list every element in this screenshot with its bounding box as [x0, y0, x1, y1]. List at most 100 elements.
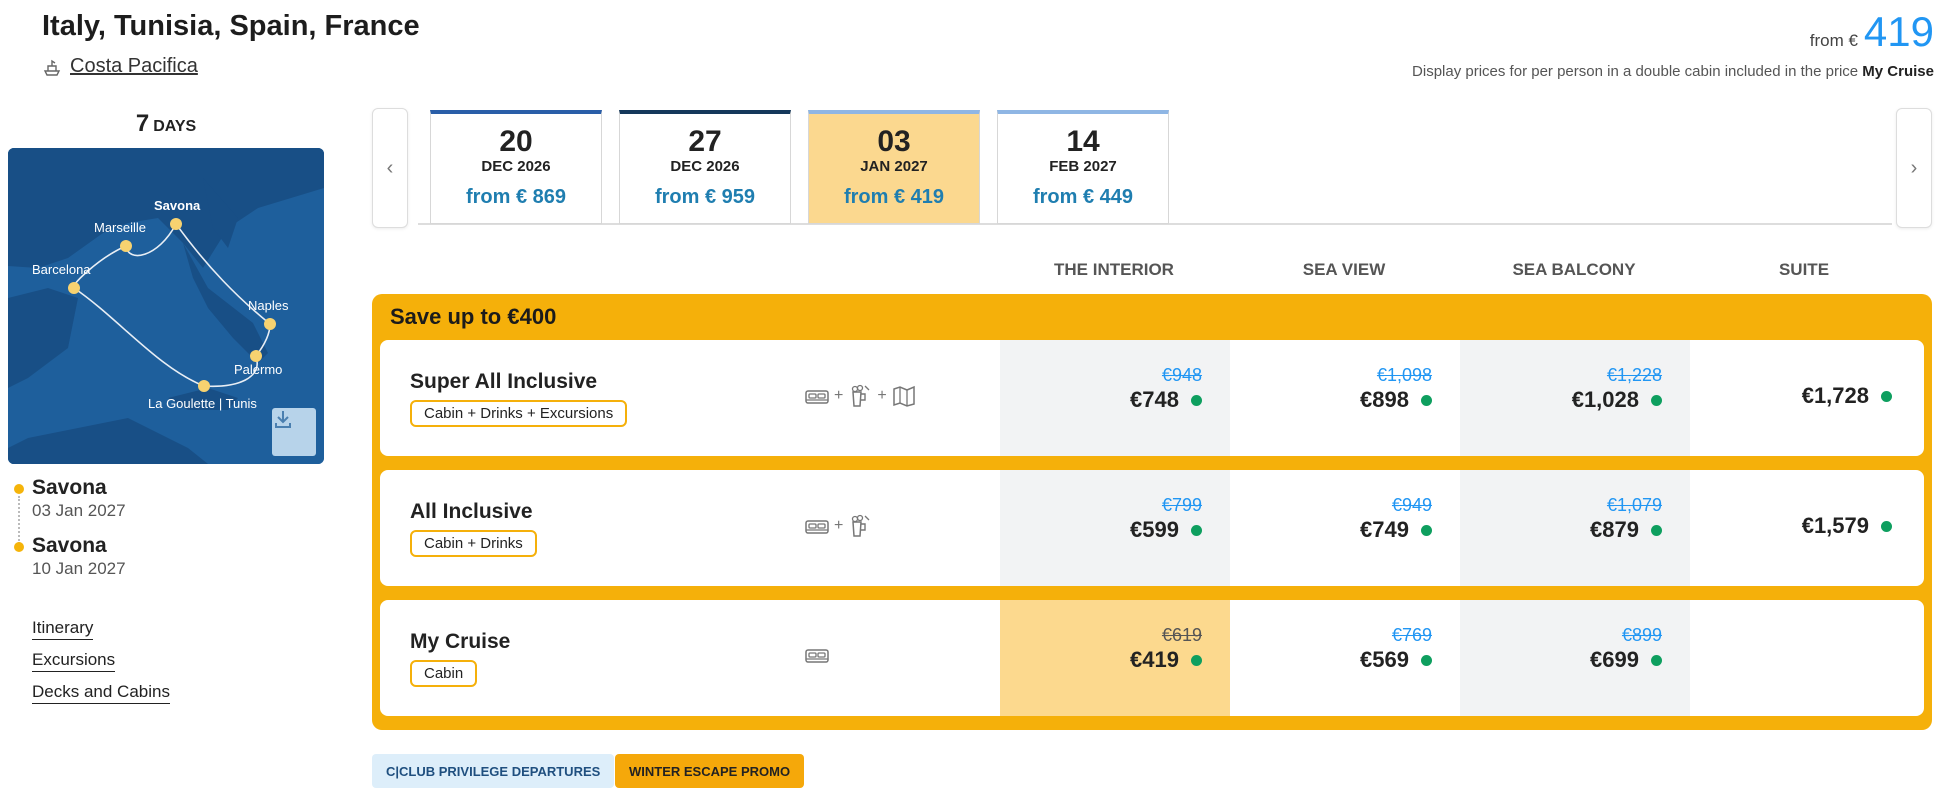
itinerary-map[interactable]: Savona Marseille Barcelona Naples Palerm… [8, 148, 324, 464]
prev-dates-button[interactable]: ‹ [372, 108, 408, 228]
available-dot-icon [1421, 394, 1432, 406]
column-header-interior: THE INTERIOR [1054, 260, 1174, 279]
package-row-my-cruise: €619 €419 €769 €569 €899 €699 My Cruise Cab… [380, 600, 1924, 716]
old-price: €899 [1621, 625, 1662, 645]
available-dot-icon [1191, 654, 1202, 666]
price-cell-sea-balcony[interactable]: €1,079 €879 [1460, 470, 1690, 586]
ship-link[interactable]: Costa Pacifica [42, 55, 198, 78]
package-badge: Cabin + Drinks [410, 530, 537, 557]
ship-name[interactable]: Costa Pacifica [70, 55, 198, 78]
price-cell-interior[interactable]: €799 €599 [1000, 470, 1230, 586]
date-tab[interactable]: 27 DEC 2026 from € 959 [619, 110, 791, 224]
duration-number: 7 [135, 110, 150, 137]
download-icon [275, 411, 291, 428]
price-cell-sea-balcony[interactable]: €899 €699 [1460, 600, 1690, 716]
package-name: My Cruise [410, 630, 511, 653]
date-tab[interactable]: 14 FEB 2027 from € 449 [997, 110, 1169, 224]
price-cell-suite[interactable]: €1,728 [1690, 340, 1920, 456]
price-cell-sea-view[interactable]: €1,098 €898 [1230, 340, 1460, 456]
package-badge: Cabin + Drinks + Excursions [410, 400, 628, 427]
package-row-super-all-inclusive: €948 €748 €1,098 €898 €1,228 €1,028 €1,728 … [380, 340, 1924, 456]
old-price: €769 [1391, 625, 1432, 645]
map-label-savona: Savona [154, 198, 201, 213]
current-price: €879 [1590, 516, 1662, 544]
current-price: €569 [1360, 646, 1432, 674]
available-dot-icon [1421, 654, 1432, 666]
link-decks-cabins[interactable]: Decks and Cabins [32, 682, 170, 704]
info-links: Itinerary Excursions Decks and Cabins [32, 618, 170, 714]
page-title: Italy, Tunisia, Spain, France [42, 10, 420, 42]
price-cell-sea-balcony[interactable]: €1,228 €1,028 [1460, 340, 1690, 456]
package-name: All Inclusive [410, 500, 533, 523]
chevron-left-icon: ‹ [386, 156, 394, 179]
promo-tag-winter-escape[interactable]: WINTER ESCAPE PROMO [615, 754, 805, 788]
promo-tag-cclub[interactable]: C|CLUB PRIVILEGE DEPARTURES [372, 754, 615, 788]
date-tab-day: 03 [877, 125, 911, 158]
date-tab-price: from € 959 [654, 186, 756, 208]
chevron-right-icon: › [1910, 156, 1918, 179]
map-label-marseille: Marseille [94, 220, 146, 235]
price-cell-interior-selected[interactable]: €619 €419 [1000, 600, 1230, 716]
bed-icon [805, 520, 829, 534]
duration-unit: DAYS [153, 118, 197, 135]
date-tab-month: FEB 2027 [1049, 158, 1117, 175]
current-price: €748 [1130, 386, 1202, 414]
bed-icon [805, 649, 829, 663]
date-tab-price: from € 449 [1032, 186, 1134, 208]
date-tab-month: DEC 2026 [481, 158, 551, 175]
port-dot [14, 484, 24, 494]
drinks-icon [852, 384, 870, 407]
available-dot-icon [1191, 394, 1202, 406]
current-price: €1,728 [1802, 382, 1892, 410]
port-name: Savona [32, 534, 107, 557]
available-dot-icon [1191, 524, 1202, 536]
date-tab-selected[interactable]: 03 JAN 2027 from € 419 [808, 110, 980, 224]
price-cell-interior[interactable]: €948 €748 [1000, 340, 1230, 456]
old-price: €949 [1391, 495, 1432, 515]
from-price-value: 419 [1863, 8, 1934, 55]
column-header-sea-view: SEA VIEW [1302, 260, 1386, 279]
current-price: €419 [1130, 646, 1202, 674]
date-tab-day: 27 [688, 125, 722, 158]
available-dot-icon [1651, 524, 1662, 536]
package-row-all-inclusive: €799 €599 €949 €749 €1,079 €879 €1,579 All … [380, 470, 1924, 586]
current-price: €599 [1130, 516, 1202, 544]
column-header-suite: SUITE [1778, 260, 1830, 279]
from-label: from € [1809, 31, 1858, 50]
port-date: 10 Jan 2027 [32, 559, 126, 578]
price-cell-sea-view[interactable]: €769 €569 [1230, 600, 1460, 716]
bed-icon [805, 390, 829, 404]
old-price: €1,228 [1606, 365, 1662, 385]
map-label-palermo: Palermo [234, 362, 282, 377]
available-dot-icon [1651, 394, 1662, 406]
download-map-button[interactable] [272, 408, 316, 456]
package-badge: Cabin [410, 660, 478, 687]
date-tab-day: 14 [1066, 125, 1100, 158]
link-excursions[interactable]: Excursions [32, 650, 116, 672]
port-dot [14, 542, 24, 552]
map-label-barcelona: Barcelona [32, 262, 91, 277]
available-dot-icon [1421, 524, 1432, 536]
map-label-tunis: La Goulette | Tunis [148, 396, 257, 411]
package-icons: + + [804, 384, 917, 408]
date-tab[interactable]: 20 DEC 2026 from € 869 [430, 110, 602, 224]
current-price: €1,579 [1802, 512, 1892, 540]
next-dates-button[interactable]: › [1896, 108, 1932, 228]
price-cell-suite[interactable]: €1,579 [1690, 470, 1920, 586]
column-header-sea-balcony: SEA BALCONY [1512, 260, 1636, 279]
current-price: €749 [1360, 516, 1432, 544]
available-dot-icon [1881, 390, 1892, 402]
link-itinerary[interactable]: Itinerary [32, 618, 94, 640]
old-price: €948 [1161, 365, 1202, 385]
port-name: Savona [32, 476, 107, 499]
old-price: €1,079 [1606, 495, 1662, 515]
port-arrival: Savona 10 Jan 2027 [14, 534, 126, 580]
save-title: Save up to €400 [390, 304, 557, 329]
old-price: €619 [1161, 625, 1202, 645]
price-cell-sea-view[interactable]: €949 €749 [1230, 470, 1460, 586]
date-tab-month: DEC 2026 [670, 158, 740, 175]
current-price: €1,028 [1572, 386, 1662, 414]
price-note: Display prices for per person in a doubl… [1412, 63, 1934, 80]
map-icon [892, 385, 915, 407]
ship-icon [43, 59, 61, 76]
